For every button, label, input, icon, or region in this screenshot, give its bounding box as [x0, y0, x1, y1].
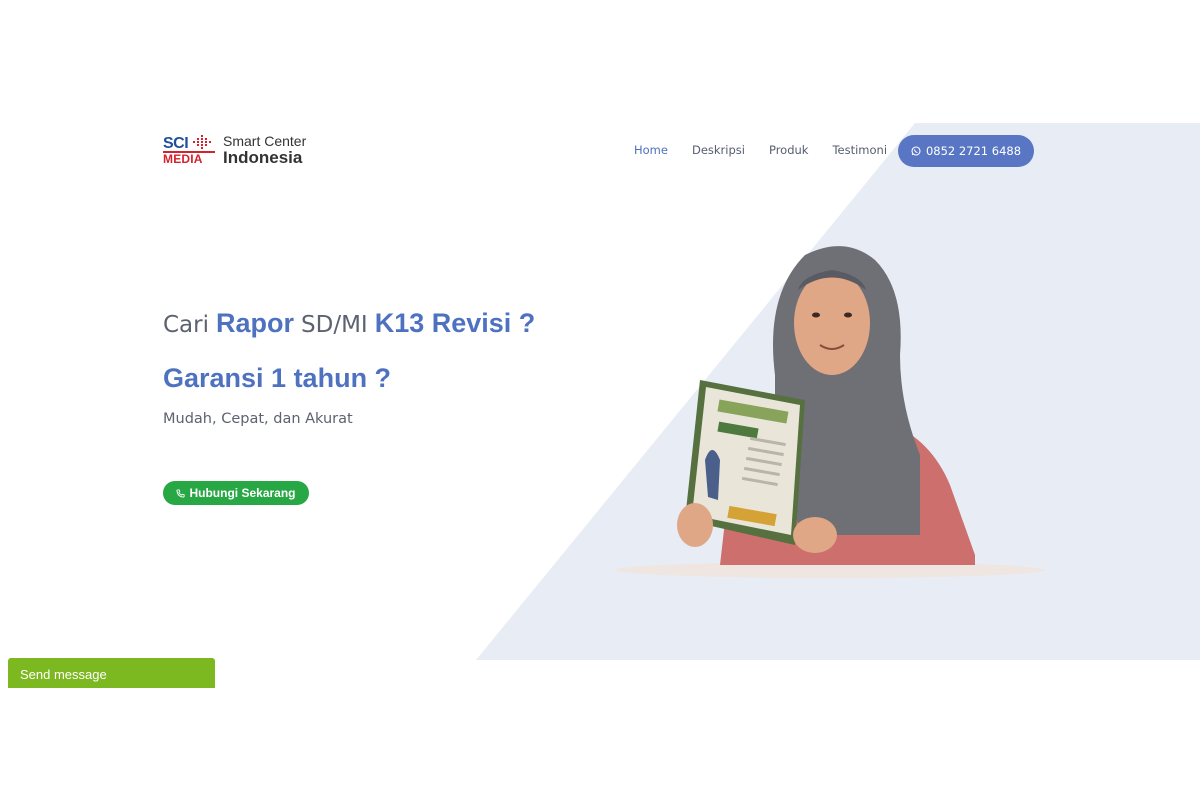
logo-mark: SCI MEDIA: [163, 133, 215, 167]
whatsapp-icon: [911, 146, 921, 156]
logo-mark-bottom: MEDIA: [163, 152, 203, 166]
phone-button-label: 0852 2721 6488: [925, 144, 1022, 158]
logo-line2: Indonesia: [223, 148, 303, 167]
hero-guarantee: Garansi 1 tahun ?: [163, 363, 392, 393]
hero-headline-part3: SD/MI: [301, 312, 368, 338]
whatsapp-phone-button[interactable]: 0852 2721 6488: [898, 135, 1034, 167]
site-logo[interactable]: SCI MEDIA Smart Center Indonesia: [163, 133, 306, 167]
contact-now-label: Hubungi Sekarang: [189, 486, 296, 500]
hero-person-illustration: [615, 246, 1045, 578]
hero-headline: Cari Rapor SD/MI K13 Revisi ?: [163, 308, 535, 339]
logo-line1: Smart Center: [223, 133, 307, 149]
nav-item-deskripsi[interactable]: Deskripsi: [692, 143, 745, 157]
logo-text: Smart Center Indonesia: [223, 134, 306, 166]
hero-headline-part4: K13 Revisi ?: [374, 308, 536, 338]
logo-dots-icon: [193, 135, 211, 149]
main-nav: Home Deskripsi Produk Testimoni: [634, 143, 887, 157]
nav-item-produk[interactable]: Produk: [769, 143, 809, 157]
landing-page: SCI MEDIA Smart Center Indonesia Home De…: [0, 0, 1200, 800]
nav-item-home[interactable]: Home: [634, 143, 668, 157]
send-message-widget[interactable]: Send message: [8, 658, 215, 688]
hero-headline-part1: Cari: [163, 312, 209, 338]
hero-subtitle: Mudah, Cepat, dan Akurat: [163, 411, 353, 427]
nav-item-testimoni[interactable]: Testimoni: [832, 143, 887, 157]
hero-headline-part2: Rapor: [216, 308, 295, 338]
phone-icon: [176, 488, 186, 498]
contact-now-button[interactable]: Hubungi Sekarang: [163, 481, 309, 505]
